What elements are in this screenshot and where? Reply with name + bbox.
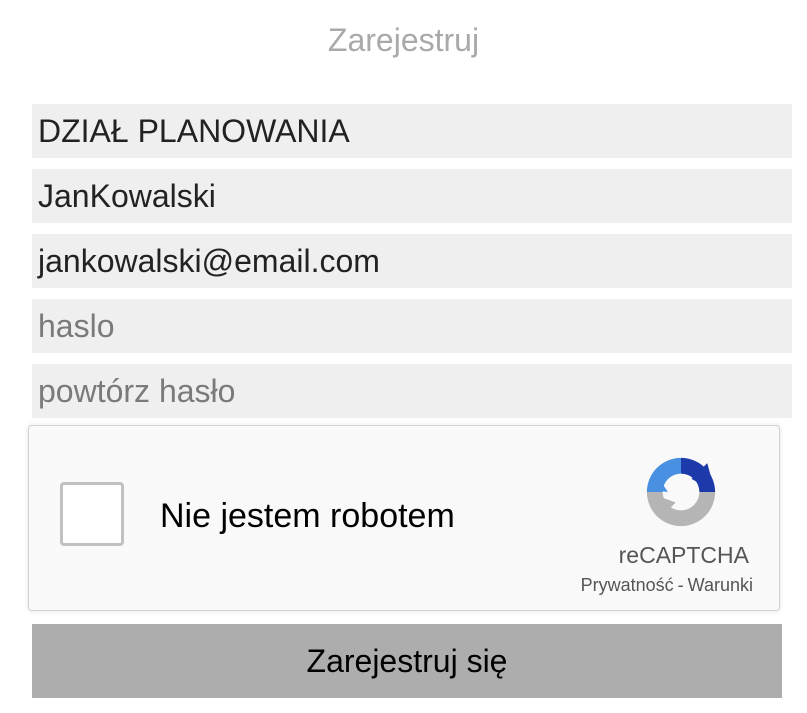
email-field[interactable]: jankowalski@email.com [32, 234, 792, 288]
recaptcha-widget: Nie jestem robotem reCAPTCHA Prywatność -… [28, 425, 780, 611]
register-page: Zarejestruj DZIAŁ PLANOWANIA JanKowalski… [0, 0, 807, 713]
department-field[interactable]: DZIAŁ PLANOWANIA [32, 104, 792, 158]
password-repeat-field[interactable]: powtórz hasło [32, 364, 792, 418]
terms-link[interactable]: Warunki [688, 575, 753, 595]
privacy-link[interactable]: Prywatność [581, 575, 674, 595]
register-button[interactable]: Zarejestruj się [32, 624, 782, 698]
recaptcha-logo-icon [646, 457, 716, 527]
password-field[interactable]: haslo [32, 299, 792, 353]
recaptcha-checkbox[interactable] [60, 482, 124, 546]
recaptcha-label: Nie jestem robotem [160, 497, 455, 535]
page-title: Zarejestruj [327, 22, 480, 58]
recaptcha-links: Prywatność - Warunki [581, 575, 753, 596]
links-separator: - [677, 575, 684, 595]
username-field[interactable]: JanKowalski [32, 169, 792, 223]
recaptcha-brand: reCAPTCHA [618, 542, 749, 568]
